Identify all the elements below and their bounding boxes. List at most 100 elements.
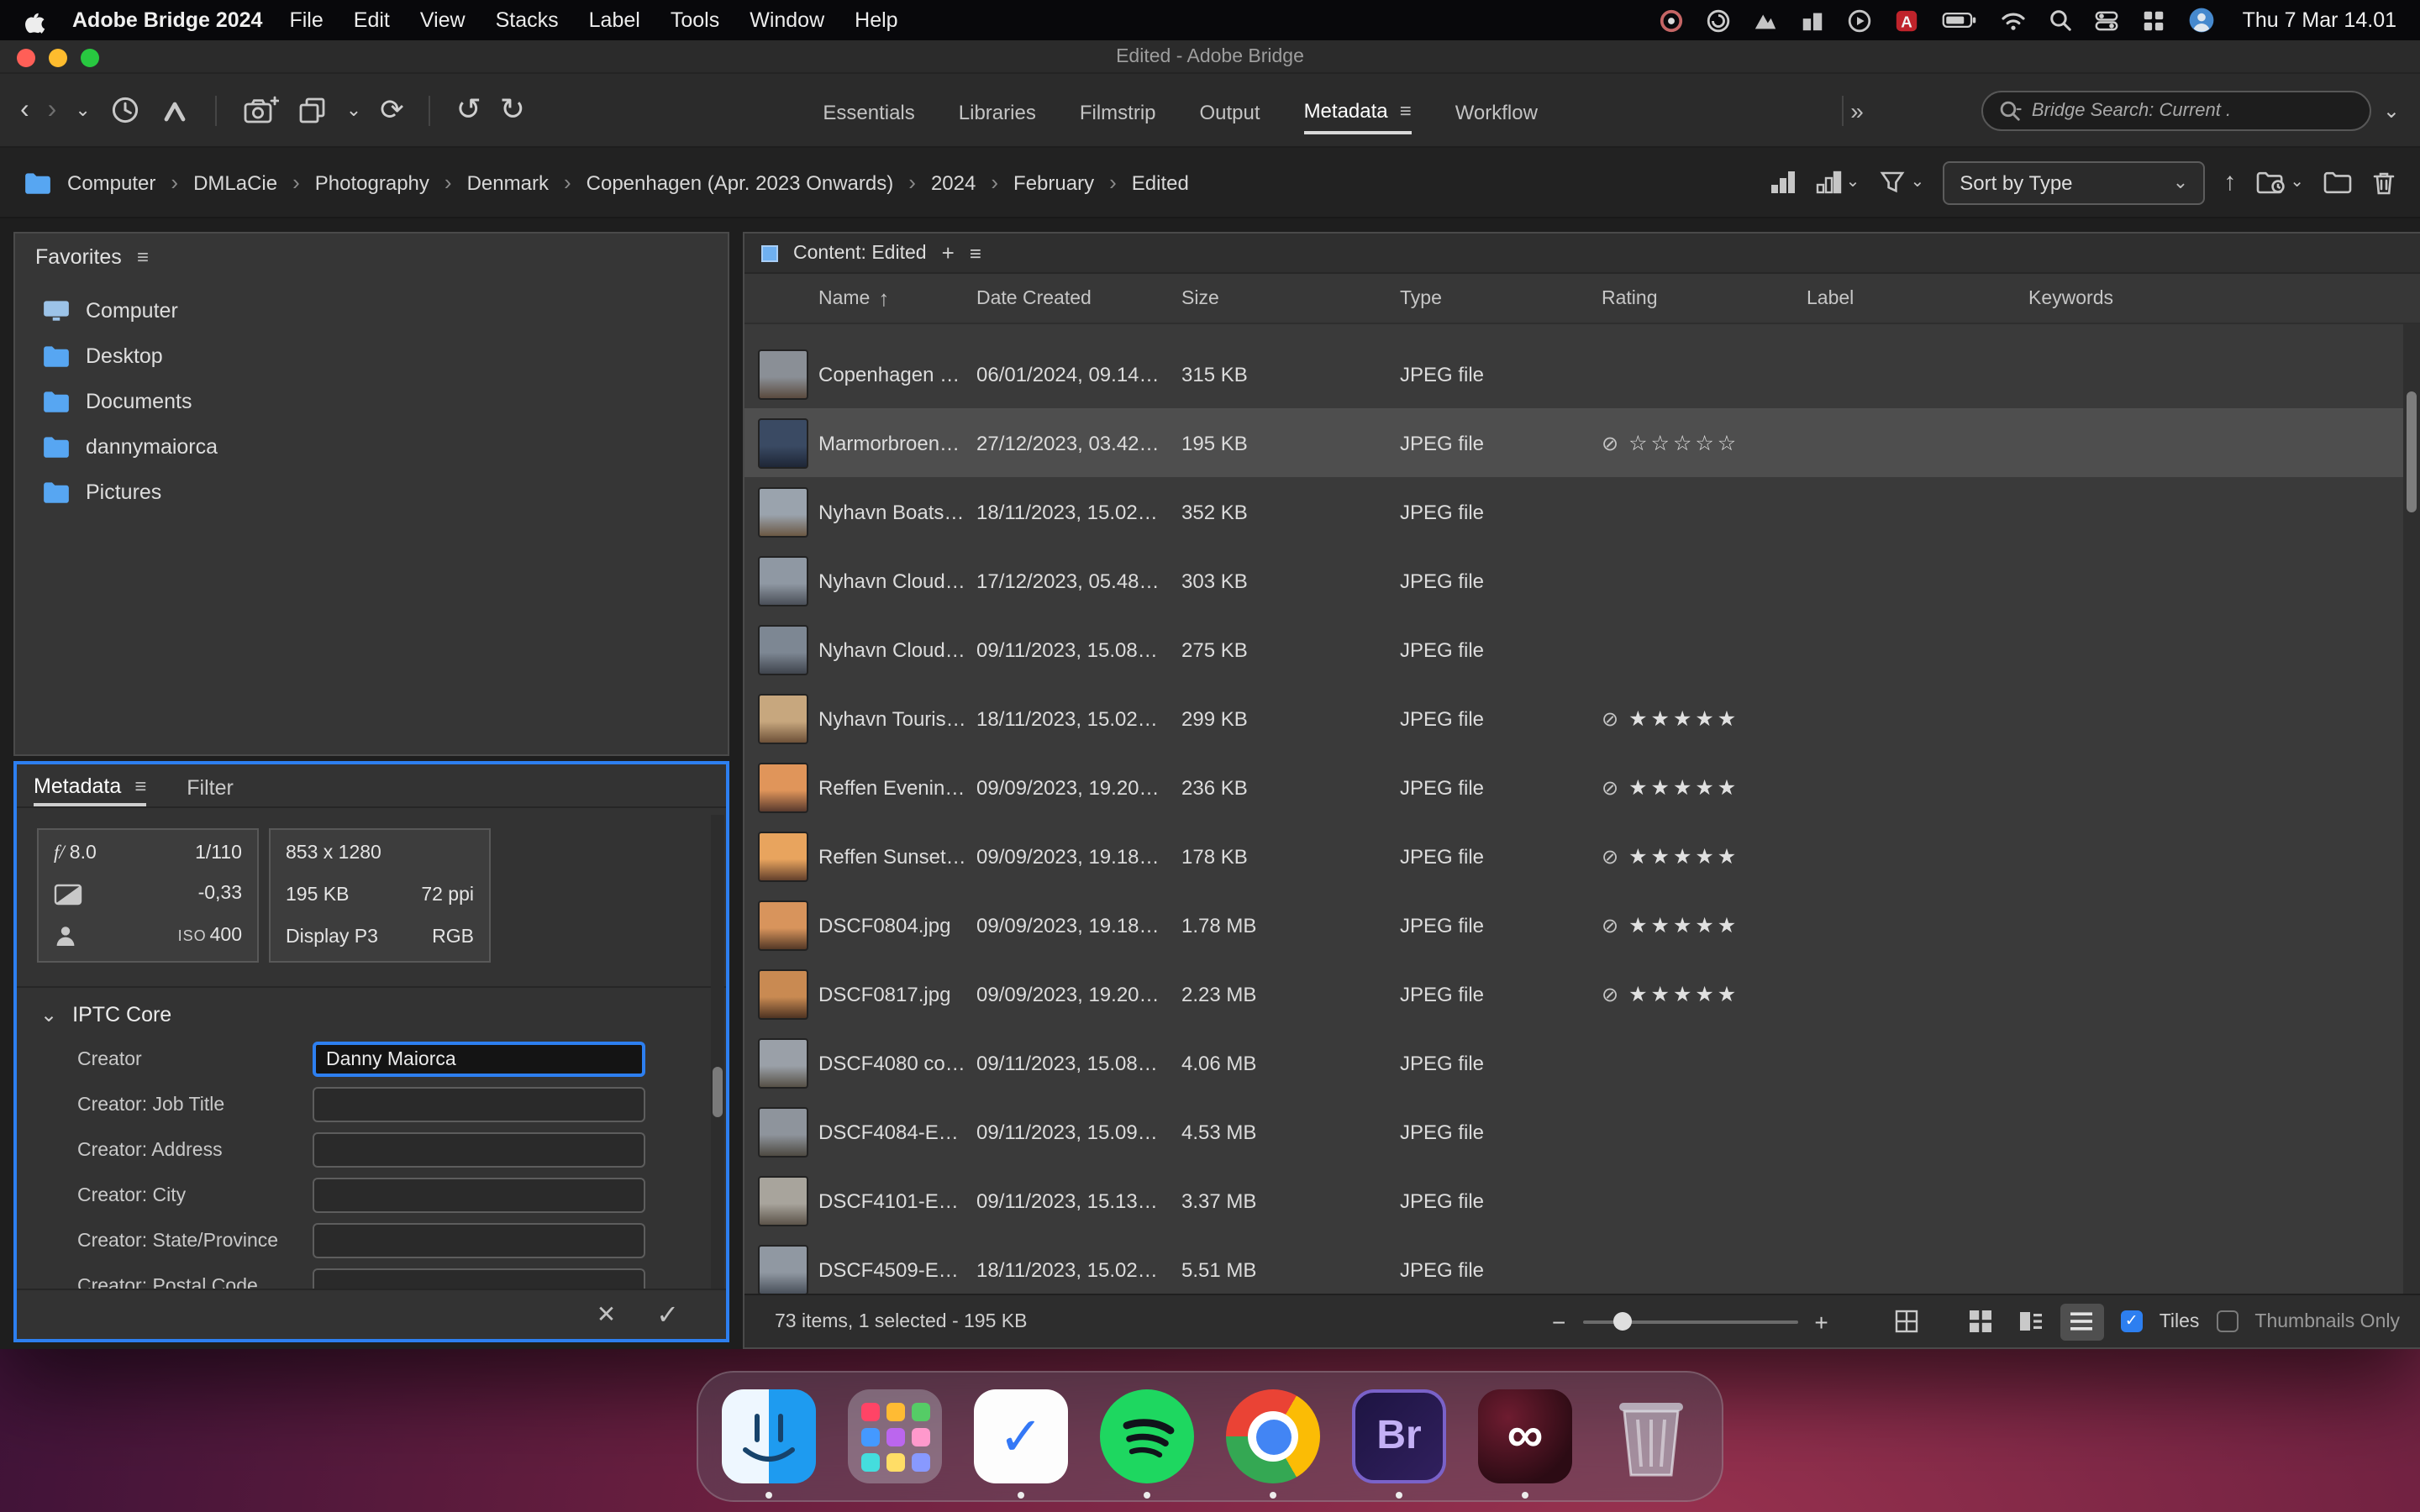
dock-spotify[interactable] [1097, 1386, 1197, 1487]
redo-icon[interactable]: ↻ [500, 92, 525, 128]
apple-menu-icon[interactable] [24, 8, 45, 33]
menu-label[interactable]: Label [589, 8, 640, 32]
iptc-field-input[interactable] [313, 1042, 645, 1077]
rating-cell[interactable]: ⊘★★★★★ [1602, 912, 1807, 937]
breadcrumb-item[interactable]: February [1013, 171, 1094, 194]
mountain-menu-icon[interactable] [1754, 8, 1779, 32]
content-menu-icon[interactable]: ≡ [970, 241, 981, 265]
list-view-icon[interactable] [2060, 1303, 2104, 1340]
search-input[interactable] [2032, 100, 2354, 120]
workspace-tab-filmstrip[interactable]: Filmstrip [1080, 88, 1156, 132]
tiles-checkbox[interactable]: ✓ [2121, 1310, 2143, 1332]
dock-things[interactable]: ✓ [971, 1386, 1071, 1487]
menu-file[interactable]: File [289, 8, 323, 32]
column-header-date-created[interactable]: Date Created [976, 288, 1181, 308]
collapse-chevron-icon[interactable]: ⌄ [40, 1003, 57, 1026]
close-window-button[interactable] [17, 48, 35, 66]
undo-icon[interactable]: ↺ [456, 92, 481, 128]
apply-metadata-button[interactable]: ✓ [656, 1298, 679, 1331]
menu-help[interactable]: Help [855, 8, 897, 32]
metadata-scrollbar[interactable] [711, 815, 724, 1336]
workspace-options-icon[interactable]: ≡ [1400, 98, 1412, 122]
content-scrollbar[interactable] [2403, 324, 2420, 1294]
grid-lock-view-icon[interactable] [1886, 1303, 1929, 1340]
battery-icon[interactable] [1942, 8, 1979, 32]
avatar-icon[interactable] [2189, 7, 2216, 34]
column-header-rating[interactable]: Rating [1602, 288, 1807, 308]
menu-stacks[interactable]: Stacks [496, 8, 559, 32]
workspace-tab-essentials[interactable]: Essentials [823, 88, 914, 132]
table-row[interactable]: DSCF4084-En…09/11/2023, 15.09…4.53 MBJPE… [744, 1097, 2403, 1166]
new-folder-icon[interactable] [2323, 170, 2353, 195]
star-rating[interactable]: ★★★★★ [1628, 843, 1739, 869]
filter-icon[interactable]: ⌄ [1878, 170, 1924, 195]
add-content-tab-icon[interactable]: + [942, 240, 955, 265]
camera-import-icon[interactable] [242, 95, 279, 125]
app-switcher-icon[interactable] [2142, 8, 2167, 33]
slider-knob[interactable] [1612, 1311, 1631, 1330]
table-row[interactable]: Nyhavn Touris…18/11/2023, 15.02…299 KBJP… [744, 684, 2403, 753]
zoom-in-icon[interactable]: + [1814, 1308, 1828, 1335]
breadcrumb-item[interactable]: Photography [315, 171, 429, 194]
metadata-panel-menu-icon[interactable]: ≡ [134, 774, 146, 797]
column-header-size[interactable]: Size [1181, 288, 1400, 308]
metadata-tab-filter[interactable]: Filter [187, 764, 234, 806]
menu-tools[interactable]: Tools [671, 8, 719, 32]
control-center-icon[interactable] [2095, 8, 2120, 33]
spiral-menu-icon[interactable] [1707, 8, 1732, 33]
back-icon[interactable]: ‹ [20, 95, 29, 125]
favorites-item-documents[interactable]: Documents [15, 378, 728, 423]
rating-cell[interactable]: ⊘★★★★★ [1602, 981, 1807, 1006]
table-row[interactable]: Copenhagen …06/01/2024, 09.14…315 KBJPEG… [744, 339, 2403, 408]
table-row[interactable]: Nyhavn Cloud…09/11/2023, 15.08…275 KBJPE… [744, 615, 2403, 684]
workspace-tab-output[interactable]: Output [1200, 88, 1260, 132]
workspace-tab-libraries[interactable]: Libraries [959, 88, 1036, 132]
column-header-name[interactable]: Name↑ [818, 286, 976, 311]
forward-icon[interactable]: › [48, 95, 57, 125]
table-row[interactable]: Nyhavn Boats…18/11/2023, 15.02…352 KBJPE… [744, 477, 2403, 546]
favorites-item-computer[interactable]: Computer [15, 287, 728, 333]
breadcrumb-item[interactable]: Denmark [467, 171, 549, 194]
workspace-tab-workflow[interactable]: Workflow [1455, 88, 1538, 132]
table-row[interactable]: Nyhavn Cloud…17/12/2023, 05.48…303 KBJPE… [744, 546, 2403, 615]
history-icon[interactable] [109, 94, 141, 126]
column-header-label[interactable]: Label [1807, 288, 2028, 308]
rating-cell[interactable]: ⊘★★★★★ [1602, 774, 1807, 800]
metadata-tab-metadata[interactable]: Metadata≡ [34, 764, 146, 806]
search-options-chevron-icon[interactable]: ⌄ [2383, 98, 2400, 122]
workspace-tab-metadata[interactable]: Metadata≡ [1304, 87, 1412, 134]
menu-edit[interactable]: Edit [354, 8, 390, 32]
iptc-field-input[interactable] [313, 1132, 645, 1168]
rating-cell[interactable]: ⊘☆☆☆☆☆ [1602, 430, 1807, 455]
zoom-window-button[interactable] [81, 48, 99, 66]
wifi-icon[interactable] [2001, 9, 2028, 31]
minimize-window-button[interactable] [49, 48, 67, 66]
breadcrumb-item[interactable]: Edited [1132, 171, 1189, 194]
rating-cell[interactable]: ⊘ ★★★★★ [1602, 843, 1807, 869]
dock-bridge[interactable]: Br [1349, 1386, 1449, 1487]
reject-icon[interactable]: ⊘ [1602, 844, 1618, 868]
dock-creative-cloud[interactable]: ∞ [1475, 1386, 1576, 1487]
refresh-icon[interactable]: ⟳ [380, 93, 404, 127]
sort-direction-icon[interactable]: ↑ [2223, 168, 2236, 197]
recent-chevron-icon[interactable]: ⌄ [75, 99, 90, 121]
table-row[interactable]: DSCF4509-En…18/11/2023, 15.02…5.51 MBJPE… [744, 1235, 2403, 1294]
spotlight-icon[interactable] [2049, 8, 2073, 32]
rating-cell[interactable]: ⊘★★★★★ [1602, 706, 1807, 731]
favorites-item-dannymaiorca[interactable]: dannymaiorca [15, 423, 728, 469]
menu-window[interactable]: Window [750, 8, 824, 32]
menu-view[interactable]: View [420, 8, 466, 32]
zoom-out-icon[interactable]: − [1552, 1308, 1565, 1335]
reject-icon[interactable]: ⊘ [1602, 913, 1618, 937]
buildings-menu-icon[interactable] [1801, 8, 1826, 32]
copy-chevron-icon[interactable]: ⌄ [346, 99, 361, 121]
dock-chrome[interactable] [1223, 1386, 1323, 1487]
star-rating[interactable]: ★★★★★ [1628, 981, 1739, 1006]
breadcrumb-item[interactable]: 2024 [931, 171, 976, 194]
play-menu-icon[interactable] [1848, 8, 1873, 33]
breadcrumb-item[interactable]: Copenhagen (Apr. 2023 Onwards) [587, 171, 894, 194]
preview-quality-icon[interactable]: ⌄ [1816, 170, 1860, 195]
favorites-menu-icon[interactable]: ≡ [137, 245, 149, 269]
table-row[interactable]: DSCF0804.jpg09/09/2023, 19.18…1.78 MBJPE… [744, 890, 2403, 959]
dock-finder[interactable] [718, 1386, 819, 1487]
